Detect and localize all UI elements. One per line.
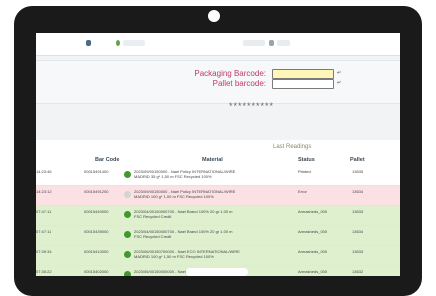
row-pallet: 13634 xyxy=(352,229,364,234)
menu-icon[interactable] xyxy=(86,40,91,46)
row-barcode: 00015439000 xyxy=(84,229,109,234)
column-header-barcode[interactable]: Bar Code xyxy=(95,157,119,163)
table-row[interactable]: 07:39:34 00015410000 2023/06/00150700000 -… xyxy=(36,246,400,266)
row-time: 07:39:34 xyxy=(36,249,52,254)
status-check-icon xyxy=(124,271,131,276)
row-barcode: 00015491400 xyxy=(84,169,109,174)
row-pallet: 13632 xyxy=(352,269,364,274)
row-barcode: 00015410000 xyxy=(84,249,109,254)
user-icon[interactable] xyxy=(269,40,274,46)
status-check-icon xyxy=(124,251,131,258)
row-status: Printed xyxy=(298,169,311,174)
app-tab[interactable] xyxy=(123,40,145,46)
input-arrow-icon: ↵ xyxy=(337,80,342,86)
row-material: 2023/09/00150000 - Nael Policy INTERNATI… xyxy=(134,169,236,179)
app-logo-icon xyxy=(116,40,120,46)
row-barcode: 00015440000 xyxy=(84,209,109,214)
table-row[interactable]: 14:23:12 00015491200 2023/09/00150000 - Na… xyxy=(36,186,400,206)
status-check-icon xyxy=(124,231,131,238)
row-time: 14:23:12 xyxy=(36,189,52,194)
pallet-barcode-label: Pallet barcode: xyxy=(212,79,266,88)
user-menu[interactable] xyxy=(277,40,290,46)
row-material: 2023/09/00150000 - Nael Policy INTERNATI… xyxy=(134,189,236,199)
pallet-barcode-input[interactable] xyxy=(272,79,334,89)
browser-toolbar xyxy=(36,33,400,56)
row-time: 07:47:11 xyxy=(36,209,52,214)
row-status: Armasheds_000 xyxy=(298,249,328,254)
row-time: 14:23:46 xyxy=(36,169,52,174)
home-button[interactable] xyxy=(186,268,248,276)
table-row[interactable]: 07:47:11 00015439000 2023/04/00150000700 -… xyxy=(36,226,400,246)
address-field[interactable] xyxy=(243,40,265,46)
row-time: 07:47:11 xyxy=(36,229,52,234)
status-check-icon xyxy=(124,191,131,198)
row-material: 2023/04/00150000700 - Nael Brand 100% 20… xyxy=(134,209,233,219)
row-status: Armasheds_000 xyxy=(298,229,328,234)
row-material: 2023/06/00150700000 - Nael ECO INTERNATI… xyxy=(134,249,240,259)
column-header-status[interactable]: Status xyxy=(298,157,315,163)
row-material: 2023/04/00150000700 - Nael Brand 100% 20… xyxy=(134,229,233,239)
column-header-material[interactable]: Material xyxy=(202,157,223,163)
row-pallet: 13635 xyxy=(352,169,364,174)
row-pallet: 13633 xyxy=(352,209,364,214)
status-check-icon xyxy=(124,171,131,178)
app-screen: Packaging Barcode: ↵ Pallet barcode: ↵ *… xyxy=(36,33,400,276)
status-indicator: ********** xyxy=(229,101,275,111)
row-barcode: 00015491200 xyxy=(84,189,109,194)
packaging-barcode-label: Packaging Barcode: xyxy=(194,69,266,78)
input-arrow-icon: ↵ xyxy=(337,70,342,76)
row-status: Armasheds_000 xyxy=(298,209,328,214)
row-status: Armasheds_000 xyxy=(298,269,328,274)
row-pallet: 13634 xyxy=(352,189,364,194)
table-row[interactable]: 14:23:46 00015491400 2023/09/00150000 - Na… xyxy=(36,166,400,186)
row-pallet: 13633 xyxy=(352,249,364,254)
packaging-barcode-input[interactable] xyxy=(272,69,334,79)
column-header-pallet[interactable]: Pallet xyxy=(350,157,365,163)
table-row[interactable]: 07:47:11 00015440000 2023/04/00150000700 -… xyxy=(36,206,400,226)
status-check-icon xyxy=(124,211,131,218)
camera-icon xyxy=(208,10,220,22)
row-time: 07:35:22 xyxy=(36,269,52,274)
last-readings-title: Last Readings xyxy=(273,144,312,150)
row-barcode: 00015402000 xyxy=(84,269,109,274)
row-status: Error xyxy=(298,189,307,194)
